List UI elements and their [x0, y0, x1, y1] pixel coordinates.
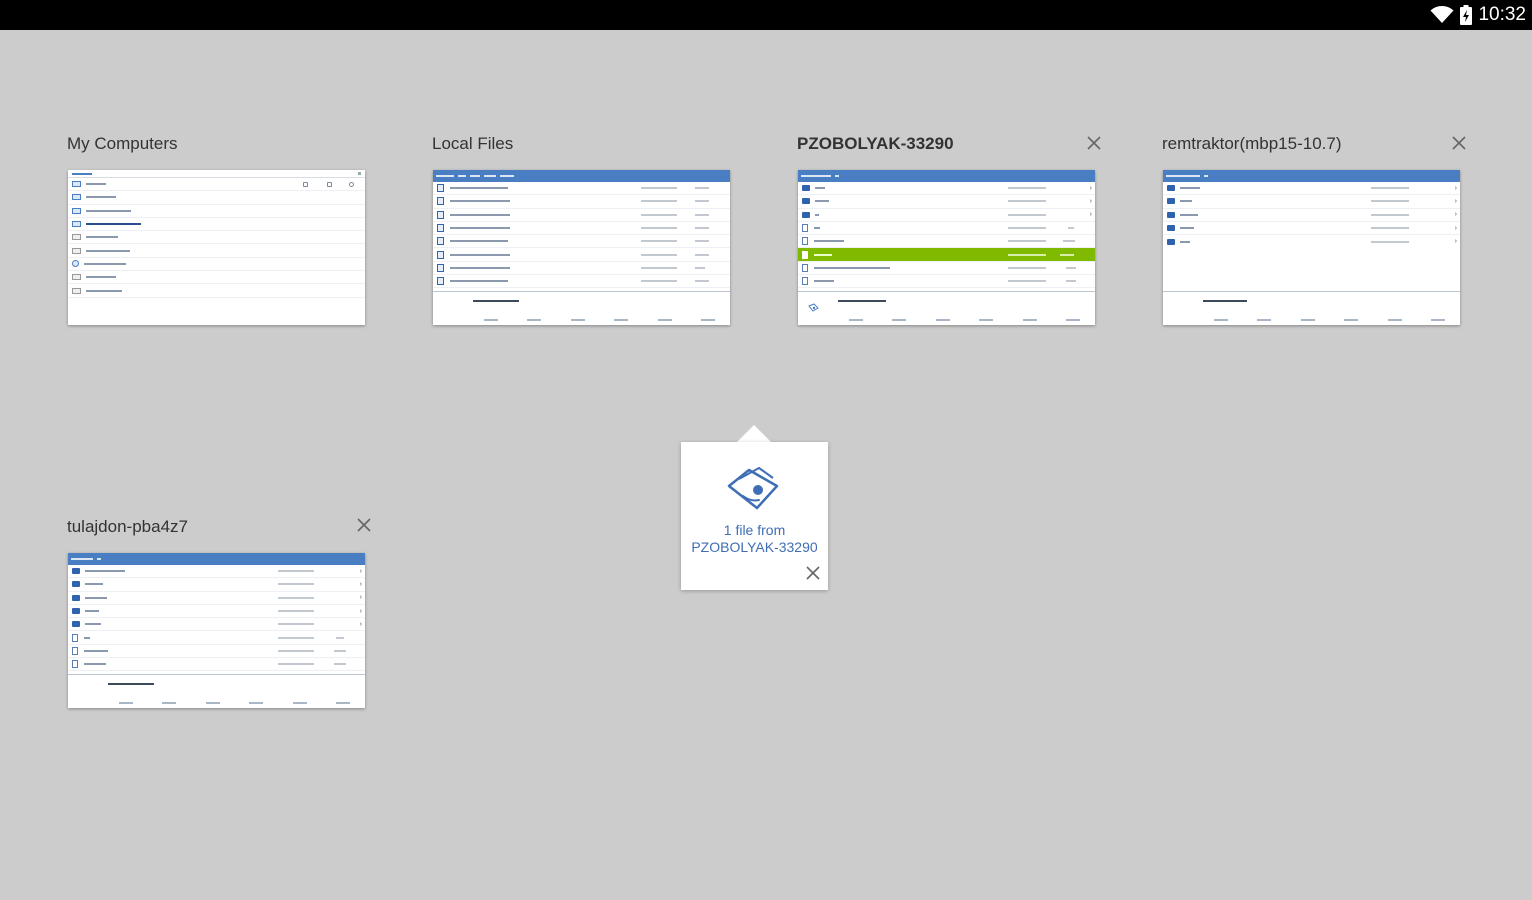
close-icon[interactable] [356, 517, 372, 533]
card-thumbnail-my-computers[interactable] [68, 170, 365, 325]
card-title-remtraktor: remtraktor(mbp15-10.7) [1162, 134, 1342, 153]
popover-arrow [737, 425, 771, 442]
card-title-local-files: Local Files [432, 134, 514, 153]
close-icon[interactable] [806, 566, 820, 580]
clock: 10:32 [1478, 4, 1526, 25]
card-title-tulajdon: tulajdon-pba4z7 [67, 517, 188, 536]
card-title-pzobolyak: PZOBOLYAK-33290 [797, 134, 954, 153]
battery-icon [1460, 5, 1473, 25]
card-thumbnail-local-files[interactable] [433, 170, 730, 325]
wifi-icon [1430, 6, 1454, 23]
card-thumbnail-tulajdon[interactable]: › › › › › [68, 553, 365, 708]
transfer-text-line1: 1 file from [723, 522, 786, 538]
card-title-my-computers: My Computers [67, 134, 178, 153]
status-bar: 10:32 [0, 0, 1532, 30]
file-transfer-popover[interactable]: 1 file from PZOBOLYAK-33290 [681, 442, 828, 590]
transfer-text-line2: PZOBOLYAK-33290 [691, 539, 818, 555]
card-thumbnail-pzobolyak[interactable]: › › › [798, 170, 1095, 325]
close-icon[interactable] [1451, 135, 1467, 151]
close-icon[interactable] [1086, 135, 1102, 151]
file-transfer-icon [727, 467, 779, 510]
card-thumbnail-remtraktor[interactable]: › › › › › [1163, 170, 1460, 325]
